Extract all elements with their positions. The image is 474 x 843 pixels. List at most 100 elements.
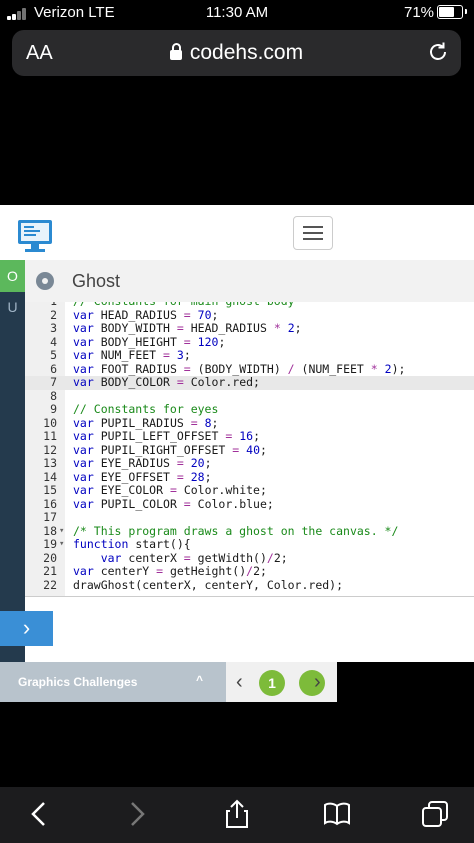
editor-footer xyxy=(25,597,474,662)
line-number: 15 xyxy=(43,483,57,497)
next-page-button[interactable]: › xyxy=(314,671,321,694)
status-bar: Verizon LTE 11:30 AM 71% xyxy=(0,0,474,26)
code-line[interactable]: 3 var BODY_WIDTH = HEAD_RADIUS * 2; xyxy=(25,321,474,336)
code-line[interactable]: 5 var NUM_FEET = 3; xyxy=(25,348,474,363)
prev-page-button[interactable]: ‹ xyxy=(236,671,243,694)
code-line[interactable]: 20 var centerX = getWidth()/2; xyxy=(25,550,474,566)
code-line[interactable]: 16 var PUPIL_COLOR = Color.blue; xyxy=(25,496,474,512)
line-code: var PUPIL_LEFT_OFFSET = 16; xyxy=(73,429,261,443)
sidebar-tab[interactable]: U xyxy=(0,292,25,322)
line-number: 10 xyxy=(43,415,57,430)
line-code: var centerY = getHeight()/2; xyxy=(73,564,267,578)
site-header xyxy=(0,205,337,261)
line-number: 12 xyxy=(43,442,57,457)
line-code: var EYE_COLOR = Color.white; xyxy=(73,483,267,497)
page-title: Ghost xyxy=(72,271,121,291)
code-line[interactable]: 10 var PUPIL_RADIUS = 8; xyxy=(25,415,474,431)
battery-percent: 71% xyxy=(404,4,435,21)
line-code: var BODY_WIDTH = HEAD_RADIUS * 2; xyxy=(73,321,302,335)
line-number: 14 xyxy=(43,469,57,484)
code-line[interactable]: 21 var centerY = getHeight()/2; xyxy=(25,564,474,579)
line-number: 20 xyxy=(43,550,57,565)
share-icon[interactable] xyxy=(222,799,252,829)
page-2-button[interactable] xyxy=(299,670,325,696)
line-number: 5 xyxy=(50,348,57,362)
code-line[interactable]: 19 ▾ function start(){ xyxy=(25,537,474,552)
challenges-dropdown[interactable]: Graphics Challenges ^ xyxy=(0,662,226,702)
line-number: 6 xyxy=(50,361,57,376)
line-number: 22 xyxy=(43,577,57,592)
menu-icon-bar xyxy=(303,238,323,240)
code-line[interactable]: 9 // Constants for eyes xyxy=(25,402,474,417)
menu-icon-bar xyxy=(303,232,323,234)
code-line[interactable]: 12 var PUPIL_RIGHT_OFFSET = 40; xyxy=(25,442,474,458)
line-code: var PUPIL_RIGHT_OFFSET = 40; xyxy=(73,442,267,457)
host-text: codehs.com xyxy=(189,41,304,64)
next-exercise-button[interactable]: › xyxy=(0,611,53,646)
pagination: ‹ 1 › xyxy=(226,662,337,702)
url-host[interactable]: codehs.com xyxy=(12,41,461,65)
line-number: 7 xyxy=(50,375,57,389)
code-line[interactable]: 8 xyxy=(25,388,474,404)
line-number: 2 xyxy=(50,307,57,322)
address-bar[interactable]: AA codehs.com xyxy=(12,30,461,76)
line-number: 13 xyxy=(43,456,57,470)
code-line[interactable]: 6 var FOOT_RADIUS = (BODY_WIDTH) / (NUM_F… xyxy=(25,361,474,377)
line-code: var PUPIL_RADIUS = 8; xyxy=(73,415,219,430)
editor-title-bar: Ghost xyxy=(25,260,474,303)
code-line[interactable]: 22 drawGhost(centerX, centerY, Color.red)… xyxy=(25,577,474,593)
line-code: var HEAD_RADIUS = 70; xyxy=(73,307,219,322)
line-code: function start(){ xyxy=(73,537,191,551)
page-1-button[interactable]: 1 xyxy=(259,670,285,696)
code-line[interactable]: 2 var HEAD_RADIUS = 70; xyxy=(25,307,474,323)
clock: 11:30 AM xyxy=(205,4,269,21)
code-line[interactable]: 18 ▾ /* This program draws a ghost on the … xyxy=(25,523,474,539)
line-code: drawGhost(centerX, centerY, Color.red); xyxy=(73,577,344,592)
line-code: /* This program draws a ghost on the can… xyxy=(73,523,399,538)
lock-icon xyxy=(169,43,182,60)
line-number: 3 xyxy=(50,321,57,335)
challenges-label: Graphics Challenges xyxy=(18,675,138,689)
code-editor[interactable]: 1// Constants for main ghost body2var HE… xyxy=(25,302,474,597)
menu-button[interactable] xyxy=(293,216,333,250)
sidebar-tab-active[interactable]: O xyxy=(0,260,25,292)
header-extension xyxy=(337,205,474,261)
line-code: var PUPIL_COLOR = Color.blue; xyxy=(73,496,274,511)
line-code: var NUM_FEET = 3; xyxy=(73,348,191,362)
chevron-up-icon: ^ xyxy=(196,673,204,687)
line-code: var BODY_HEIGHT = 120; xyxy=(73,334,226,349)
line-number: 11 xyxy=(43,429,57,443)
code-line[interactable]: 11 var PUPIL_LEFT_OFFSET = 16; xyxy=(25,429,474,444)
line-number: 21 xyxy=(43,564,57,578)
line-number: 9 xyxy=(50,402,57,416)
line-number: 19 xyxy=(43,537,57,551)
fold-arrow-icon[interactable]: ▾ xyxy=(59,538,64,552)
line-number: 8 xyxy=(50,388,57,403)
bookmarks-icon[interactable] xyxy=(322,799,352,829)
line-code: var EYE_OFFSET = 28; xyxy=(73,469,212,484)
gear-icon[interactable] xyxy=(36,272,54,290)
tabs-icon[interactable] xyxy=(420,799,450,829)
code-line[interactable]: 15 var EYE_COLOR = Color.white; xyxy=(25,483,474,498)
left-sidebar: O U xyxy=(0,260,25,662)
codehs-logo-icon[interactable] xyxy=(16,217,54,255)
line-code: // Constants for eyes xyxy=(73,402,219,416)
line-number: 4 xyxy=(50,334,57,349)
line-code: var centerX = getWidth()/2; xyxy=(100,550,288,565)
reload-icon[interactable] xyxy=(426,40,450,64)
line-number: 16 xyxy=(43,496,57,511)
code-line[interactable]: 7 var BODY_COLOR = Color.red; xyxy=(25,375,474,390)
line-code: var BODY_COLOR = Color.red; xyxy=(73,375,260,389)
code-line[interactable]: 17 xyxy=(25,510,474,525)
code-line[interactable]: 4 var BODY_HEIGHT = 120; xyxy=(25,334,474,350)
line-number: 17 xyxy=(43,510,57,524)
fold-arrow-icon[interactable]: ▾ xyxy=(59,525,64,539)
back-icon[interactable] xyxy=(24,799,54,829)
browser-toolbar xyxy=(0,787,474,843)
code-line[interactable]: 14 var EYE_OFFSET = 28; xyxy=(25,469,474,485)
code-line[interactable]: 13 var EYE_RADIUS = 20; xyxy=(25,456,474,471)
line-code: var EYE_RADIUS = 20; xyxy=(73,456,212,470)
forward-icon[interactable] xyxy=(122,799,152,829)
line-code: var FOOT_RADIUS = (BODY_WIDTH) / (NUM_FE… xyxy=(73,361,406,376)
battery-icon xyxy=(437,5,467,19)
